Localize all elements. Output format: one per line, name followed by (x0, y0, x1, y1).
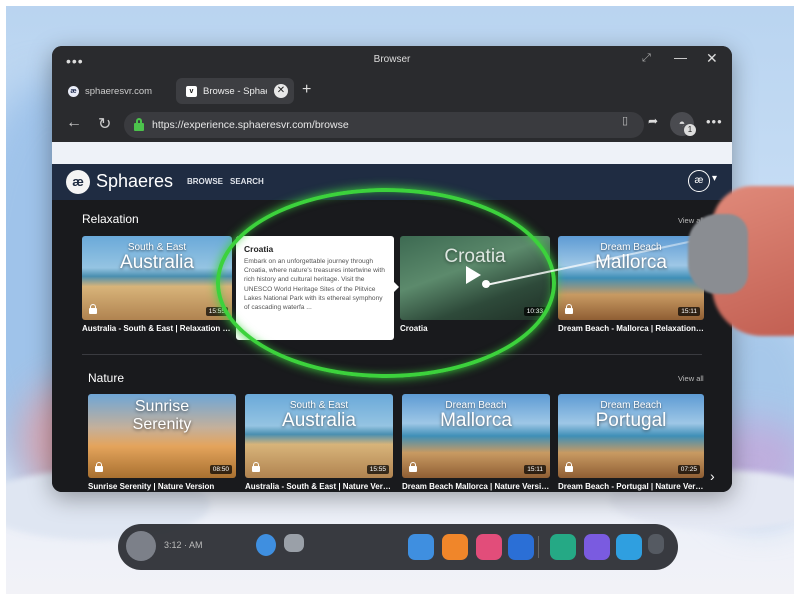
expand-icon[interactable]: ⤢ (642, 52, 651, 65)
incognito-count-badge: 1 (684, 124, 696, 136)
card-australia-relaxation[interactable]: South & East Australia 15:55 Australia -… (82, 236, 232, 333)
chevron-right-icon[interactable]: › (710, 468, 715, 484)
pointer-cursor-dot (482, 280, 490, 288)
card-thumbnail[interactable]: South & East Australia 15:55 (245, 394, 393, 478)
back-arrow-icon[interactable]: ← (66, 114, 82, 132)
new-tab-button[interactable]: + (302, 82, 311, 98)
taskbar-divider (538, 536, 539, 558)
url-text[interactable]: https://experience.sphaeresvr.com/browse (152, 119, 349, 131)
card-australia-nature[interactable]: South & East Australia 15:55 Australia -… (245, 394, 393, 491)
thumb-title-big: Serenity (132, 416, 192, 433)
duration-badge: 15:11 (678, 307, 700, 316)
card-mallorca-nature[interactable]: Dream Beach Mallorca 15:11 Dream Beach M… (402, 394, 550, 491)
view-all-nature-link[interactable]: View all (678, 374, 704, 383)
taskbar-time: 3:12 · AM (164, 540, 203, 550)
card-portugal-nature[interactable]: Dream Beach Portugal 07:25 Dream Beach -… (558, 394, 704, 491)
card-caption[interactable]: Sunrise Serenity | Nature Version (88, 482, 236, 491)
reload-icon[interactable]: ↻ (98, 114, 111, 134)
card-thumbnail[interactable]: Sunrise Serenity 08:50 (88, 394, 236, 478)
page-top-strip (52, 142, 732, 164)
thumb-title-small: Sunrise (134, 398, 190, 415)
duration-badge: 15:55 (366, 465, 389, 474)
thumb-title-big: Australia (282, 410, 356, 431)
lock-icon (565, 304, 573, 314)
duration-badge: 15:11 (524, 465, 546, 474)
lock-icon (95, 462, 103, 472)
section-title-nature: Nature (88, 371, 125, 385)
close-window-button[interactable]: ✕ (706, 50, 718, 67)
card-thumbnail[interactable]: Dream Beach Portugal 07:25 (558, 394, 704, 478)
site-favicon-icon: v (186, 85, 197, 97)
duration-badge: 08:50 (209, 465, 232, 474)
card-caption[interactable]: Dream Beach Mallorca | Nature Version (402, 482, 550, 491)
notifications-icon[interactable] (256, 534, 276, 556)
card-caption[interactable]: Dream Beach - Portugal | Nature Version (558, 482, 704, 491)
duration-badge: 07:25 (677, 465, 700, 474)
people-icon[interactable] (284, 534, 304, 552)
chevron-down-icon[interactable]: ▾ (712, 173, 717, 184)
site-logo-text[interactable]: Sphaeres (96, 171, 173, 192)
thumb-title-big: Australia (120, 252, 194, 273)
card-caption[interactable]: Dream Beach - Mallorca | Relaxation Vers… (558, 324, 704, 333)
window-title: Browser (373, 54, 411, 65)
card-thumbnail[interactable]: South & East Australia 15:55 (82, 236, 232, 320)
tab-label: Browse - Sphaeres (203, 85, 267, 97)
address-bar[interactable]: https://experience.sphaeresvr.com/browse (124, 112, 644, 138)
site-favicon-icon: æ (68, 85, 79, 97)
card-thumbnail[interactable]: Dream Beach Mallorca 15:11 (558, 236, 704, 320)
system-taskbar: 3:12 · AM (118, 524, 678, 570)
app-store-icon[interactable] (408, 534, 434, 560)
app-files-icon[interactable] (616, 534, 642, 560)
app-green-icon[interactable] (550, 534, 576, 560)
section-title-relaxation: Relaxation (82, 212, 139, 226)
card-thumbnail[interactable]: Dream Beach Mallorca 15:11 (402, 394, 550, 478)
minimize-button[interactable]: — (674, 50, 687, 65)
lock-icon (134, 118, 144, 131)
app-orange-icon[interactable] (442, 534, 468, 560)
share-icon[interactable]: ➦ (648, 114, 658, 128)
controller-hand-icon (688, 214, 748, 294)
close-tab-icon[interactable]: ✕ (274, 84, 288, 98)
app-purple-icon[interactable] (584, 534, 610, 560)
card-sunrise-serenity[interactable]: Sunrise Serenity 08:50 Sunrise Serenity … (88, 394, 236, 491)
app-grid-icon[interactable] (648, 534, 664, 554)
bookmark-icon[interactable]: ▯ (622, 114, 628, 127)
card-caption[interactable]: Australia - South & East | Relaxation Ve… (82, 324, 232, 333)
app-blue-icon[interactable] (508, 534, 534, 560)
tab-bar: æ sphaeresvr.com v Browse - Sphaeres ✕ + (52, 74, 732, 108)
nav-search-link[interactable]: SEARCH (230, 177, 264, 186)
address-row: ← ↻ https://experience.sphaeresvr.com/br… (52, 108, 732, 142)
user-avatar[interactable] (126, 531, 156, 561)
tab-browse-sphaeres[interactable]: v Browse - Sphaeres ✕ (176, 78, 294, 104)
lock-icon (89, 304, 97, 314)
title-bar: ••• Browser ⤢ — ✕ (52, 46, 732, 74)
lock-icon (565, 462, 573, 472)
browser-menu-icon[interactable]: ••• (706, 114, 723, 129)
account-avatar[interactable]: æ (688, 170, 710, 192)
tab-label: sphaeresvr.com (85, 85, 153, 97)
tab-sphaeresvr[interactable]: æ sphaeresvr.com (58, 78, 173, 104)
app-pink-icon[interactable] (476, 534, 502, 560)
nav-browse-link[interactable]: BROWSE (187, 177, 223, 186)
lock-icon (409, 462, 417, 472)
thumb-title-big: Portugal (595, 410, 667, 431)
card-caption[interactable]: Australia - South & East | Nature Versio… (245, 482, 393, 491)
sphaeres-logo-icon[interactable]: æ (66, 170, 90, 194)
card-mallorca-relaxation[interactable]: Dream Beach Mallorca 15:11 Dream Beach -… (558, 236, 704, 333)
highlight-ellipse (216, 188, 556, 378)
lock-icon (252, 462, 260, 472)
thumb-title-big: Mallorca (440, 410, 512, 431)
